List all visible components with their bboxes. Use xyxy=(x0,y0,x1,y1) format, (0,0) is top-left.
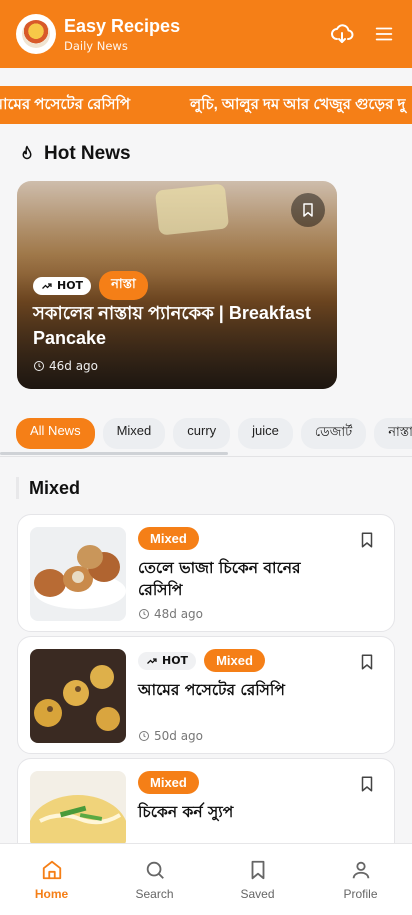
filter-chip-breakfast[interactable]: নাস্তা xyxy=(374,418,412,449)
cloud-download-icon[interactable] xyxy=(330,22,354,46)
news-card[interactable]: HOT Mixed আমের পসেটের রেসিপি 50d ago xyxy=(17,636,395,754)
category-badge[interactable]: Mixed xyxy=(138,771,199,794)
featured-title[interactable]: সকালের নাস্তায় প্যানকেক | Breakfast Pan… xyxy=(33,301,323,351)
search-icon xyxy=(146,861,164,879)
featured-time: 46d ago xyxy=(33,359,98,373)
app-header: Easy Recipes Daily News xyxy=(0,0,412,68)
hot-badge: HOT xyxy=(138,651,197,670)
user-icon xyxy=(352,861,369,878)
filter-chip-all[interactable]: All News xyxy=(16,418,95,449)
nav-profile[interactable]: Profile xyxy=(309,844,412,915)
flame-icon xyxy=(22,145,32,160)
news-thumbnail xyxy=(30,649,126,743)
home-icon xyxy=(42,860,61,879)
nav-profile-label: Profile xyxy=(343,886,378,901)
news-title[interactable]: চিকেন কর্ন স্যুপ xyxy=(138,801,348,823)
bookmark-icon xyxy=(251,860,264,879)
filter-chip-dessert[interactable]: ডেজার্ট xyxy=(300,418,367,449)
category-badge[interactable]: নাস্তা xyxy=(99,271,148,300)
ticker-item[interactable]: লুচি, আলুর দম আর খেজুর গুড়ের দু xyxy=(190,93,405,118)
news-time: 50d ago xyxy=(138,729,203,743)
ticker-item[interactable]: আমের পসেটের রেসিপি xyxy=(0,93,130,118)
filter-chip-mixed[interactable]: Mixed xyxy=(102,418,166,449)
nav-search-label: Search xyxy=(135,886,174,901)
bookmark-icon[interactable] xyxy=(291,193,325,227)
nav-saved[interactable]: Saved xyxy=(206,844,309,915)
category-badge[interactable]: Mixed xyxy=(138,527,199,550)
clock-icon xyxy=(139,731,149,741)
section-title: Mixed xyxy=(16,477,80,499)
filter-chip-juice[interactable]: juice xyxy=(238,418,293,449)
hot-news-heading: Hot News xyxy=(18,143,131,165)
featured-news-card[interactable]: HOT নাস্তা সকালের নাস্তায় প্যানকেক | Br… xyxy=(17,181,337,389)
news-title[interactable]: আমের পসেটের রেসিপি xyxy=(138,679,348,701)
filter-scrollbar[interactable] xyxy=(0,452,228,455)
trending-icon xyxy=(42,282,52,289)
bookmark-icon[interactable] xyxy=(358,531,376,549)
brand: Easy Recipes Daily News xyxy=(64,15,312,53)
bookmark-icon[interactable] xyxy=(358,775,376,793)
category-filter-bar: All News Mixed curry juice ডেজার্ট নাস্ত… xyxy=(16,418,412,449)
app: Easy Recipes Daily News আমের পসেটের রেসি… xyxy=(0,0,412,915)
news-title[interactable]: তেলে ভাজা চিকেন বানের রেসিপি xyxy=(138,557,348,601)
nav-home-label: Home xyxy=(34,886,69,901)
app-title: Easy Recipes xyxy=(64,16,181,36)
nav-saved-label: Saved xyxy=(240,886,275,901)
bottom-nav: Home Search Saved Profile xyxy=(0,843,412,915)
hot-badge: HOT xyxy=(33,276,92,295)
news-time: 48d ago xyxy=(138,607,203,621)
news-thumbnail xyxy=(30,527,126,621)
hot-news-title: Hot News xyxy=(44,143,131,164)
nav-search[interactable]: Search xyxy=(103,844,206,915)
category-badge[interactable]: Mixed xyxy=(204,649,265,672)
clock-icon xyxy=(34,361,44,371)
bookmark-icon[interactable] xyxy=(358,653,376,671)
trending-icon xyxy=(147,657,157,664)
divider xyxy=(0,456,412,457)
filter-chip-curry[interactable]: curry xyxy=(173,418,231,449)
app-logo[interactable] xyxy=(16,14,56,54)
nav-home[interactable]: Home xyxy=(0,844,103,915)
news-ticker[interactable]: আমের পসেটের রেসিপি লুচি, আলুর দম আর খেজু… xyxy=(0,86,412,124)
clock-icon xyxy=(139,609,149,619)
menu-icon[interactable] xyxy=(372,22,396,46)
app-subtitle: Daily News xyxy=(64,39,128,53)
news-card[interactable]: Mixed তেলে ভাজা চিকেন বানের রেসিপি 48d a… xyxy=(17,514,395,632)
